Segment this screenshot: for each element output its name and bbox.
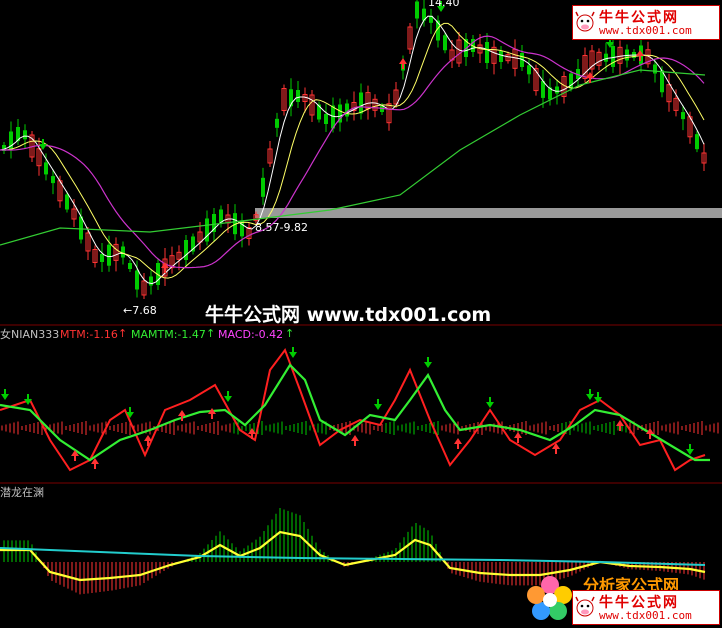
ind-sell-arrow-icon <box>686 444 694 455</box>
ind-buy-arrow-icon <box>454 438 462 449</box>
ind-buy-arrow-icon <box>351 435 359 446</box>
logo-top-right: 牛牛公式网 www.tdx001.com <box>572 5 720 40</box>
candle-down <box>499 51 503 62</box>
ind-sell-arrow-icon <box>424 357 432 368</box>
candle-down <box>485 42 489 63</box>
candle-down <box>107 244 111 266</box>
candle-down <box>324 114 328 124</box>
candle-down <box>359 92 363 114</box>
candle-down <box>604 53 608 62</box>
range-label: 8.57-9.82 <box>255 221 308 234</box>
candle-down <box>275 118 279 128</box>
candle-down <box>443 35 447 51</box>
mamtm-arrow-icon: ↑ <box>206 327 216 340</box>
ind-sell-arrow-icon <box>224 391 232 402</box>
support-band <box>255 208 722 218</box>
candle-down <box>555 86 559 94</box>
candle-down <box>345 103 349 117</box>
ma-line-magenta <box>0 35 705 269</box>
ind-buy-arrow-icon <box>514 432 522 443</box>
ind-sell-arrow-icon <box>289 347 297 358</box>
macd-arrow-icon: ↑ <box>285 327 295 340</box>
macd-value: MACD:-0.42 <box>218 328 284 341</box>
indicator1-name: 女NIAN333 <box>0 328 60 341</box>
cow-logo-icon <box>575 11 595 32</box>
candle-down <box>135 270 139 290</box>
candle-down <box>527 65 531 75</box>
candle-down <box>9 131 13 151</box>
candle-down <box>51 176 55 184</box>
candle-down <box>149 276 153 286</box>
candle-down <box>653 64 657 74</box>
candle-down <box>681 112 685 120</box>
candle-down <box>219 209 223 223</box>
indicator2-name: 潜龙在渊 <box>0 486 44 499</box>
mtm-arrow-icon: ↑ <box>118 327 128 340</box>
ind-sell-arrow-icon <box>586 389 594 400</box>
candle-down <box>44 162 48 175</box>
candle-down <box>695 134 699 150</box>
candle-down <box>65 194 69 210</box>
candle-down <box>100 254 104 262</box>
candle-down <box>128 263 132 269</box>
flower-logo-icon <box>527 576 572 620</box>
candle-down <box>121 246 125 258</box>
logo-top-url: www.tdx001.com <box>599 24 692 37</box>
candle-down <box>205 218 209 242</box>
low-price-label: ←7.68 <box>123 304 157 317</box>
stock-chart-window: 14.40 ←7.68 8.57-9.82 牛牛公式网 www.tdx001.c… <box>0 0 722 628</box>
ind-buy-arrow-icon <box>208 408 216 419</box>
mamtm-value: MAMTM:-1.47 <box>131 328 206 341</box>
candle-down <box>184 240 188 260</box>
ind-buy-arrow-icon <box>616 420 624 431</box>
candle-down <box>23 130 27 140</box>
ma-line-white <box>0 15 705 285</box>
buy-arrow-icon <box>161 262 169 273</box>
mtm-value: MTM:-1.16 <box>60 328 118 341</box>
ma-line-green <box>0 69 706 246</box>
candle-down <box>415 1 419 19</box>
site-watermark: 牛牛公式网 www.tdx001.com <box>205 304 492 326</box>
buy-arrow-icon <box>399 58 407 69</box>
ind-buy-arrow-icon <box>646 428 654 439</box>
candle-down <box>296 90 300 102</box>
candle-down <box>261 177 265 197</box>
ind-sell-arrow-icon <box>486 397 494 408</box>
logo-bottom-right: 牛牛公式网 www.tdx001.com <box>572 590 720 625</box>
high-price-label: 14.40 <box>428 0 460 9</box>
ind-sell-arrow-icon <box>1 389 9 400</box>
ind-sell-arrow-icon <box>374 399 382 410</box>
cow-logo-icon-bottom <box>575 596 595 617</box>
logo-bottom-url: www.tdx001.com <box>599 609 692 622</box>
